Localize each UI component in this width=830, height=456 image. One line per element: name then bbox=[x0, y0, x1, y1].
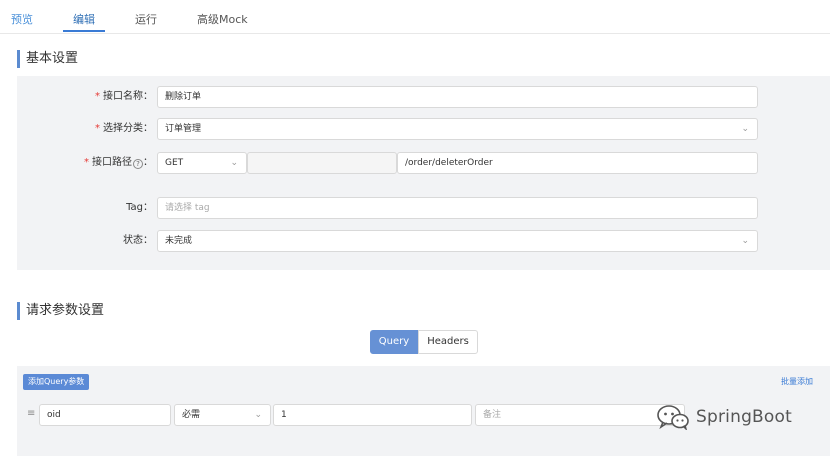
interface-name-label: * 接口名称： bbox=[95, 86, 153, 108]
path-value: /order/deleterOrder bbox=[405, 158, 493, 168]
wechat-icon bbox=[657, 405, 689, 430]
path-input[interactable]: /order/deleterOrder bbox=[397, 152, 758, 174]
param-required-value: 必需 bbox=[182, 410, 201, 420]
required-star: * bbox=[84, 157, 89, 168]
interface-path-label: * 接口路径?： bbox=[84, 152, 153, 174]
springboot-watermark: SpringBoot bbox=[656, 402, 792, 432]
basic-settings-title: 基本设置 bbox=[17, 50, 78, 68]
status-value: 未完成 bbox=[165, 236, 193, 246]
request-settings-title: 请求参数设置 bbox=[17, 302, 104, 320]
interface-name-label-text: 接口名称： bbox=[103, 91, 153, 102]
chevron-down-icon: ⌄ bbox=[254, 410, 262, 420]
tab-query[interactable]: Query bbox=[370, 330, 418, 354]
status-select[interactable]: 未完成 ⌄ bbox=[157, 230, 758, 252]
active-tab-indicator bbox=[63, 30, 105, 32]
chevron-down-icon: ⌄ bbox=[741, 124, 749, 134]
param-required-select[interactable]: 必需 ⌄ bbox=[174, 404, 271, 426]
tab-preview[interactable]: 预览 bbox=[11, 11, 33, 27]
tag-select[interactable]: 请选择 tag bbox=[157, 197, 758, 219]
tab-edit[interactable]: 编辑 bbox=[73, 11, 95, 27]
bulk-add-link[interactable]: 批量添加 bbox=[781, 376, 813, 387]
method-select[interactable]: GET ⌄ bbox=[157, 152, 247, 174]
watermark-text: SpringBoot bbox=[696, 407, 792, 427]
param-example-textarea[interactable]: 1 bbox=[273, 404, 472, 426]
category-value: 订单管理 bbox=[165, 124, 202, 134]
tab-advanced-mock[interactable]: 高级Mock bbox=[197, 11, 248, 27]
param-remark-input[interactable]: 备注 bbox=[475, 404, 685, 426]
interface-path-label-text: 接口路径 bbox=[92, 157, 132, 168]
tab-run[interactable]: 运行 bbox=[135, 11, 157, 27]
chevron-down-icon: ⌄ bbox=[230, 158, 238, 168]
param-remark-placeholder: 备注 bbox=[483, 410, 502, 420]
tag-label: Tag： bbox=[126, 202, 153, 213]
param-example-value: 1 bbox=[281, 410, 287, 420]
add-query-param-button[interactable]: 添加Query参数 bbox=[23, 374, 90, 390]
category-label-text: 选择分类： bbox=[103, 123, 153, 134]
interface-name-input[interactable]: 删除订单 bbox=[157, 86, 758, 108]
category-label: * 选择分类： bbox=[95, 118, 153, 140]
tag-placeholder: 请选择 tag bbox=[165, 203, 210, 213]
method-value: GET bbox=[165, 158, 184, 168]
drag-handle-icon[interactable]: ≡ bbox=[27, 408, 35, 419]
category-select[interactable]: 订单管理 ⌄ bbox=[157, 118, 758, 140]
help-icon[interactable]: ? bbox=[133, 159, 143, 169]
required-star: * bbox=[95, 123, 100, 134]
tab-headers[interactable]: Headers bbox=[418, 330, 478, 354]
required-star: * bbox=[95, 91, 100, 102]
base-path-display bbox=[247, 152, 397, 174]
param-name-input[interactable]: oid bbox=[39, 404, 171, 426]
chevron-down-icon: ⌄ bbox=[741, 236, 749, 246]
top-tab-bar: 预览 编辑 运行 高级Mock bbox=[0, 0, 830, 34]
param-name-value: oid bbox=[47, 410, 61, 420]
interface-name-value: 删除订单 bbox=[165, 92, 202, 102]
status-label: 状态： bbox=[123, 235, 153, 246]
path-label-colon: ： bbox=[143, 157, 153, 168]
